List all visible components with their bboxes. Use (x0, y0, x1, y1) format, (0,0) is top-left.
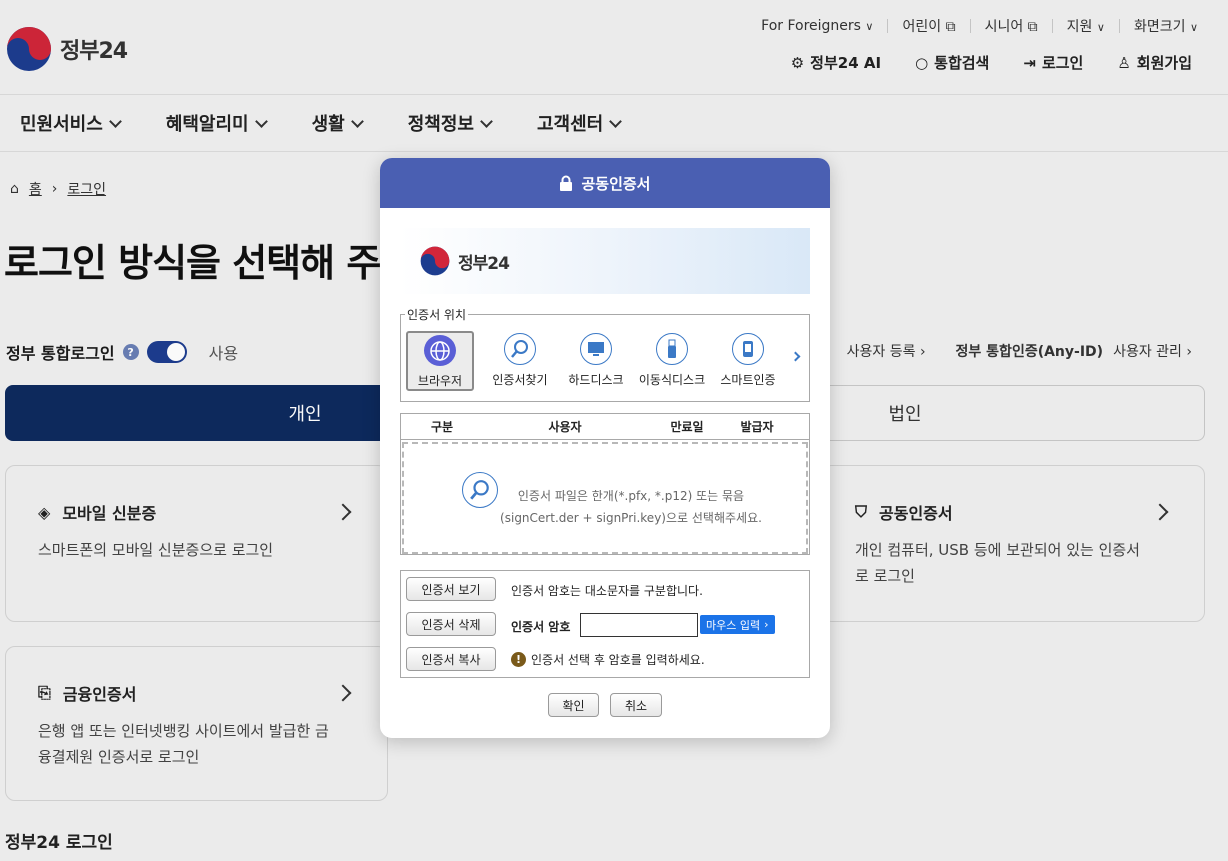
cert-drop-zone[interactable]: 인증서 파일은 한개(*.pfx, *.p12) 또는 묶음 (signCert… (402, 442, 808, 554)
cert-table: 구분 사용자 만료일 발급자 인증서 파일은 한개(*.pfx, *.p12) … (400, 413, 810, 555)
taegeuk-icon (420, 246, 450, 276)
joint-cert-dialog: 공동인증서 정부24 인증서 위치 브라우저 인증서찾기 하드디스크 이동식디스… (380, 158, 830, 738)
cert-location-legend: 인증서 위치 (405, 306, 469, 323)
search-icon (504, 333, 536, 365)
warning-icon: ! (511, 652, 526, 667)
password-warning: ! 인증서 선택 후 암호를 입력하세요. (511, 651, 705, 668)
smartphone-icon (732, 333, 764, 365)
cert-table-header: 구분 사용자 만료일 발급자 (401, 414, 809, 440)
chevron-right-icon[interactable] (790, 351, 801, 362)
search-icon (462, 472, 498, 508)
location-find-cert[interactable]: 인증서찾기 (482, 331, 558, 391)
col-expiry[interactable]: 만료일 (647, 418, 727, 435)
col-type[interactable]: 구분 (401, 418, 483, 435)
cancel-button[interactable]: 취소 (610, 693, 662, 717)
dialog-title: 공동인증서 (581, 174, 651, 193)
drop-instructions: 인증서 파일은 한개(*.pfx, *.p12) 또는 묶음 (signCert… (500, 489, 762, 525)
col-user[interactable]: 사용자 (483, 418, 647, 435)
lock-icon (560, 175, 573, 191)
mouse-input-button[interactable]: 마우스 입력 › (700, 615, 775, 634)
cert-password-input[interactable] (580, 613, 698, 637)
case-sensitive-note: 인증서 암호는 대소문자를 구분합니다. (511, 584, 703, 598)
ok-button[interactable]: 확인 (548, 693, 599, 717)
location-hard-disk[interactable]: 하드디스크 (558, 331, 634, 391)
cert-location-group: 인증서 위치 브라우저 인증서찾기 하드디스크 이동식디스크 스마트인증 (400, 306, 810, 402)
usb-icon (656, 333, 688, 365)
cert-password-label: 인증서 암호 (511, 620, 571, 634)
banner-logo-text: 정부24 (458, 253, 510, 274)
cert-operations: 인증서 보기 인증서 암호는 대소문자를 구분합니다. 인증서 삭제 인증서 암… (400, 570, 810, 678)
globe-icon (424, 335, 456, 366)
copy-cert-button[interactable]: 인증서 복사 (406, 647, 496, 671)
col-issuer[interactable]: 발급자 (727, 418, 787, 435)
dialog-header: 공동인증서 (380, 158, 830, 208)
delete-cert-button[interactable]: 인증서 삭제 (406, 612, 496, 636)
location-removable-disk[interactable]: 이동식디스크 (634, 331, 710, 391)
location-browser[interactable]: 브라우저 (406, 331, 474, 391)
chevron-right-icon: › (764, 618, 769, 631)
location-smart-cert[interactable]: 스마트인증 (710, 331, 786, 391)
view-cert-button[interactable]: 인증서 보기 (406, 577, 496, 601)
gov24-banner: 정부24 (400, 228, 810, 294)
monitor-icon (580, 333, 612, 365)
